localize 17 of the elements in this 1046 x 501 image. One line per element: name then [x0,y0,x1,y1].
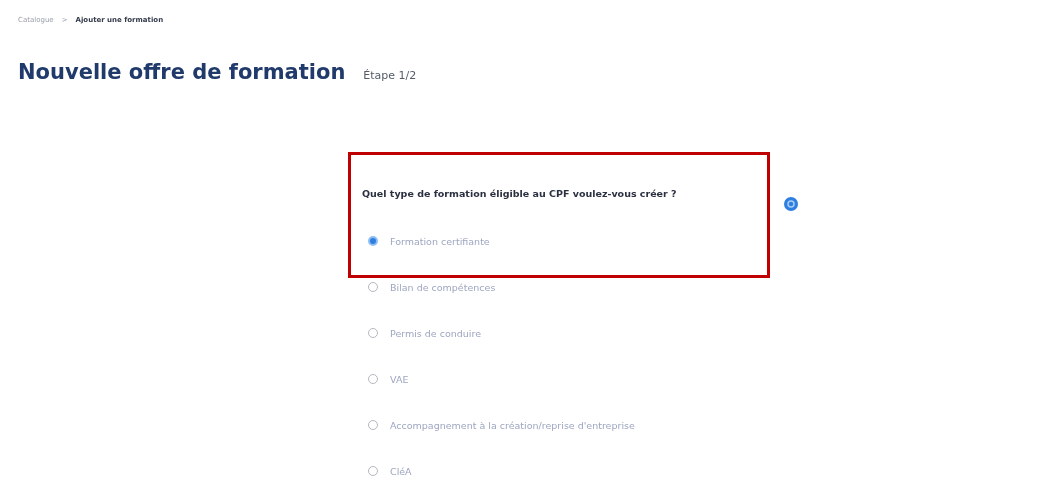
option-label: Formation certifiante [390,235,490,247]
option-label: CléA [390,465,412,477]
radio-option[interactable]: CléA [362,448,770,494]
radio-button[interactable] [368,236,378,246]
info-icon[interactable] [784,197,798,211]
radio-option[interactable]: Permis de conduire [362,310,770,356]
radio-option[interactable]: Formation certifiante [362,218,770,264]
option-label: Permis de conduire [390,327,482,339]
radio-option[interactable]: Accompagnement à la création/reprise d'entreprise [362,402,770,448]
option-label: Bilan de compétences [390,281,496,293]
option-label: VAE [390,373,409,385]
question-text: Quel type de formation éligible au CPF voulez-vous créer ? [362,188,678,201]
radio-option[interactable]: Bilan de compétences [362,264,770,310]
step-indicator: Étape 1/2 [363,69,417,82]
page-title: Nouvelle offre de formation [18,60,346,84]
radio-option[interactable]: VAE [362,356,770,402]
option-label: Accompagnement à la création/reprise d'entreprise [390,419,635,431]
